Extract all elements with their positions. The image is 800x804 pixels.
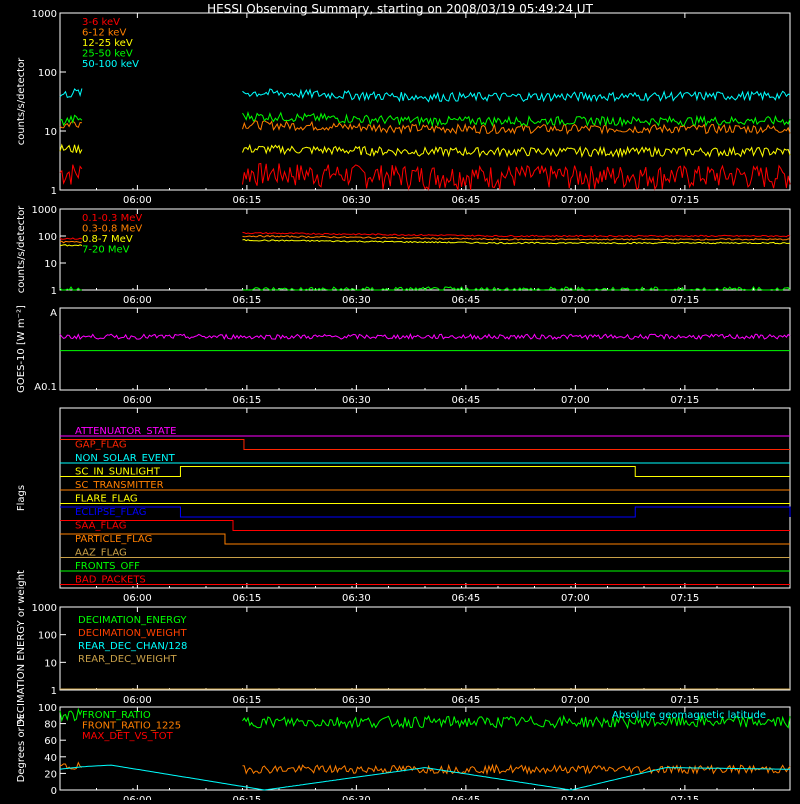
x-tick-label: 07:00 [561, 593, 590, 604]
x-tick-label: 07:15 [670, 795, 699, 800]
panel-5-legend-entry: DECIMATION_WEIGHT [78, 628, 187, 639]
y-tick-label: 1 [51, 186, 57, 197]
y-tick-label: 1000 [32, 205, 57, 216]
y-tick-label: A0.1 [34, 382, 57, 393]
y-tick-label: 10 [44, 127, 57, 138]
panel-6-ylabel: Degrees or % [16, 715, 27, 783]
x-tick-label: 06:45 [451, 695, 480, 706]
hessi-summary-page: HESSI Observing Summary, starting on 200… [0, 0, 800, 804]
panel-2-legend-entry: 0.1-0.3 MeV [82, 213, 142, 224]
panel-1-legend-entry: 12-25 keV [82, 38, 133, 49]
y-tick-label: 1000 [32, 603, 57, 614]
x-tick-label: 06:30 [342, 295, 371, 306]
flag-label-non_solar_event: NON_SOLAR_EVENT [75, 453, 176, 464]
x-tick-label: 07:00 [561, 795, 590, 800]
flag-label-fronts_off: FRONTS_OFF [75, 561, 140, 572]
x-tick-label: 06:00 [123, 395, 152, 406]
panel-2-legend-entry: 0.8-7 MeV [82, 234, 133, 245]
y-tick-label: 20 [44, 769, 57, 780]
flag-label-aaz_flag: AAZ_FLAG [75, 548, 127, 559]
panel-1-legend-entry: 3-6 keV [82, 17, 120, 28]
panel-3-ylabel: GOES-10 [W m⁻²] [16, 305, 27, 393]
panel-5-legend-entry: DECIMATION_ENERGY [78, 615, 187, 626]
x-tick-label: 06:00 [123, 295, 152, 306]
x-tick-label: 06:15 [232, 795, 261, 800]
panel-1-legend-entry: 6-12 keV [82, 28, 126, 39]
y-tick-label: 1 [51, 686, 57, 697]
panel-2-ylabel: counts/s/detector [16, 205, 27, 293]
x-tick-label: 06:00 [123, 195, 152, 206]
flag-label-sc_transmitter: SC_TRANSMITTER [75, 480, 164, 491]
x-tick-label: 07:15 [670, 295, 699, 306]
panel-2-legend-entry: 0.3-0.8 MeV [82, 224, 142, 235]
y-tick-label: 0 [51, 786, 57, 797]
x-tick-label: 06:00 [123, 695, 152, 706]
x-tick-label: 06:15 [232, 295, 261, 306]
y-tick-label: 100 [38, 631, 57, 642]
x-tick-label: 06:15 [232, 195, 261, 206]
x-tick-label: 06:00 [123, 795, 152, 800]
x-tick-label: 07:15 [670, 395, 699, 406]
y-tick-label: 100 [38, 232, 57, 243]
panel-5-legend-entry: REAR_DEC_CHAN/128 [78, 641, 187, 652]
panel-1-legend-entry: 50-100 keV [82, 59, 139, 70]
x-tick-label: 06:30 [342, 795, 371, 800]
panel-6-legend-entry: MAX_DET_VS_TOT [82, 731, 174, 742]
x-tick-label: 06:45 [451, 195, 480, 206]
flag-label-attenuator_state: ATTENUATOR_STATE [75, 426, 176, 437]
panel-5-ylabel: DECIMATION ENERGY or weight [16, 570, 27, 727]
y-tick-label: 10 [44, 259, 57, 270]
panel-5-legend-entry: REAR_DEC_WEIGHT [78, 654, 177, 665]
x-tick-label: 06:15 [232, 395, 261, 406]
x-tick-label: 07:00 [561, 695, 590, 706]
x-tick-label: 06:45 [451, 295, 480, 306]
x-tick-label: 06:45 [451, 593, 480, 604]
plot-title: HESSI Observing Summary, starting on 200… [207, 2, 593, 16]
y-tick-label: 80 [44, 720, 57, 731]
hessi-summary-plot: HESSI Observing Summary, starting on 200… [0, 0, 800, 804]
y-tick-label: 1000 [32, 9, 57, 20]
flag-label-gap_flag: GAP_FLAG [75, 440, 127, 451]
x-tick-label: 06:15 [232, 593, 261, 604]
flag-label-bad_packets: BAD_PACKETS [75, 575, 146, 586]
panel-2-legend-entry: 7-20 MeV [82, 245, 130, 256]
y-tick-label: 1 [51, 286, 57, 297]
flag-label-flare_flag: FLARE_FLAG [75, 494, 138, 505]
flag-label-saa_flag: SAA_FLAG [75, 521, 126, 532]
x-tick-label: 06:00 [123, 593, 152, 604]
x-tick-label: 07:00 [561, 395, 590, 406]
panel-6-legend-entry: FRONT_RATIO [82, 710, 151, 721]
x-tick-label: 06:30 [342, 593, 371, 604]
x-tick-label: 07:00 [561, 295, 590, 306]
panel-1-legend-entry: 25-50 keV [82, 49, 133, 60]
y-tick-label: 60 [44, 736, 57, 747]
y-tick-label: A [50, 308, 57, 319]
x-tick-label: 06:30 [342, 695, 371, 706]
panel-4-ylabel: Flags [16, 485, 27, 511]
flag-label-particle_flag: PARTICLE_FLAG [75, 534, 152, 545]
x-tick-label: 07:15 [670, 695, 699, 706]
x-tick-label: 07:00 [561, 195, 590, 206]
y-tick-label: 40 [44, 753, 57, 764]
x-tick-label: 06:45 [451, 795, 480, 800]
panel-6-legend-entry: FRONT_RATIO_1225 [82, 721, 181, 732]
x-tick-label: 06:45 [451, 395, 480, 406]
x-tick-label: 07:15 [670, 593, 699, 604]
flag-label-eclipse_flag: ECLIPSE_FLAG [75, 507, 146, 518]
x-tick-label: 06:15 [232, 695, 261, 706]
y-tick-label: 100 [38, 703, 57, 714]
x-tick-label: 06:30 [342, 195, 371, 206]
x-tick-label: 07:15 [670, 195, 699, 206]
y-tick-label: 10 [44, 658, 57, 669]
panel-1-ylabel: counts/s/detector [16, 57, 27, 145]
y-tick-label: 100 [38, 68, 57, 79]
flag-label-sc_in_sunlight: SC_IN_SUNLIGHT [75, 467, 161, 478]
x-tick-label: 06:30 [342, 395, 371, 406]
panel-6-legend-entry: Absolute geomagnetic latitude [612, 710, 766, 721]
